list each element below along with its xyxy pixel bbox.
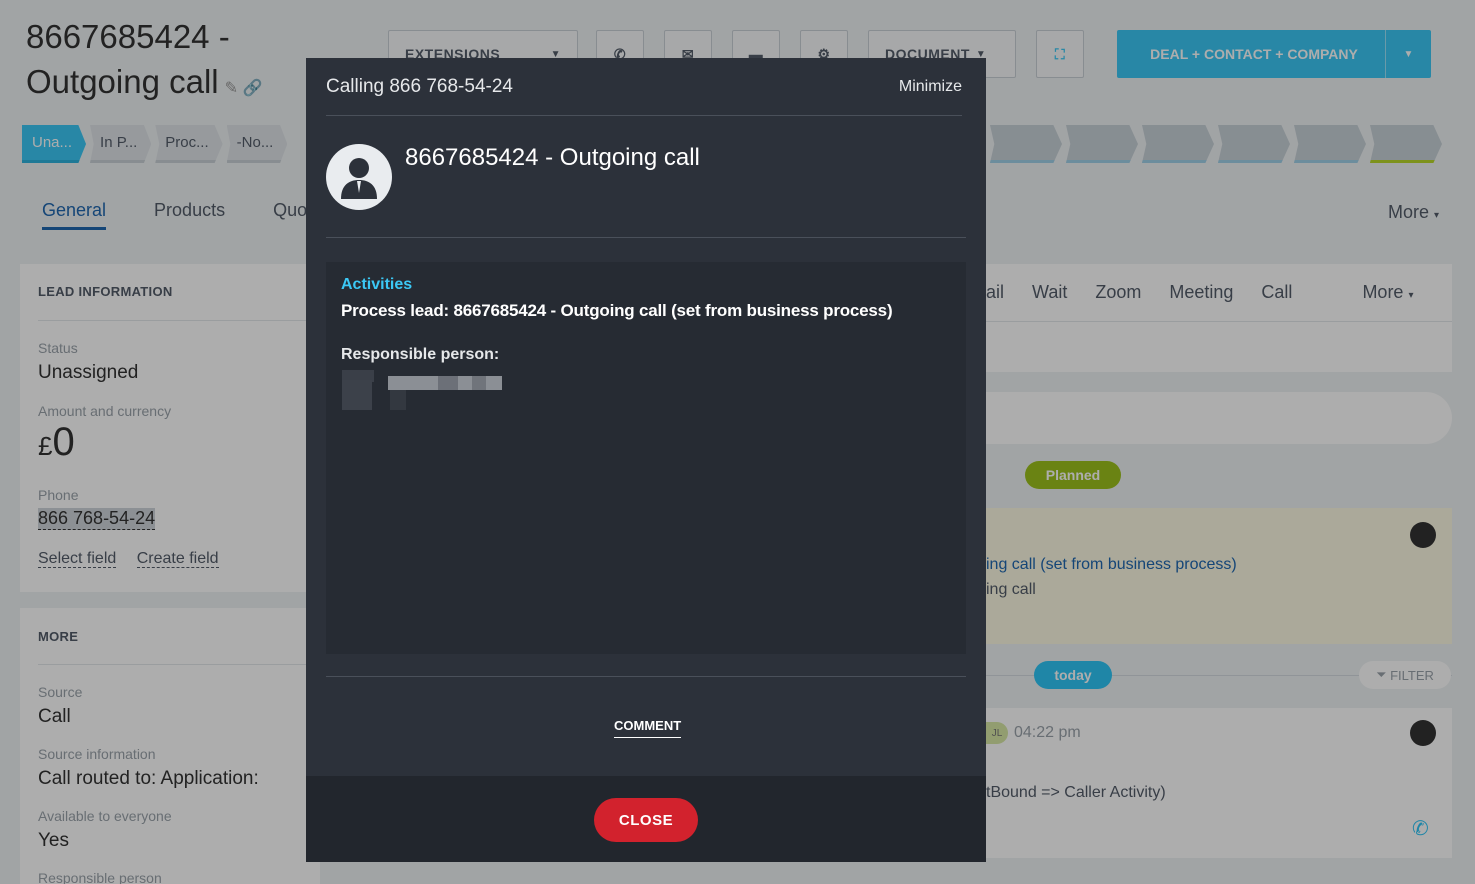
call-dialog: Calling 866 768-54-24 Minimize 866768542… xyxy=(306,58,986,862)
activities-heading: Activities xyxy=(341,276,413,293)
call-dialog-header: Calling 866 768-54-24 Minimize xyxy=(326,58,962,116)
activities-panel: Activities Process lead: 8667685424 - Ou… xyxy=(326,262,966,654)
activity-text[interactable]: Process lead: 8667685424 - Outgoing call… xyxy=(341,301,893,321)
call-dialog-title: Calling 866 768-54-24 xyxy=(326,75,513,97)
minimize-button[interactable]: Minimize xyxy=(899,78,962,96)
responsible-person-blurred xyxy=(342,370,502,410)
comment-tab[interactable]: COMMENT xyxy=(614,718,682,738)
responsible-label: Responsible person: xyxy=(341,346,500,363)
close-button[interactable]: CLOSE xyxy=(594,798,698,842)
call-name: 8667685424 - Outgoing call xyxy=(405,144,700,171)
contact-avatar xyxy=(326,144,392,210)
divider xyxy=(326,237,966,238)
user-icon xyxy=(341,158,377,199)
divider xyxy=(326,676,966,677)
